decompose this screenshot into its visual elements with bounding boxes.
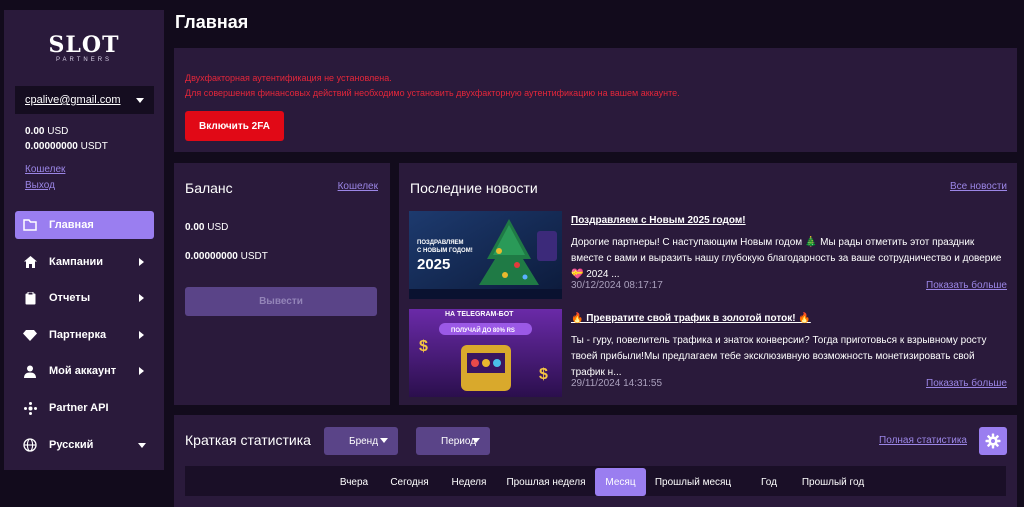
news-item-text: Ты - гуру, повелитель трафика и знаток к… — [571, 335, 987, 378]
news-thumbnail-traffic[interactable]: $ $ НА TELEGRAM-БОТ ПОЛУЧАЙ ДО 80% RS — [409, 309, 562, 397]
gear-icon — [985, 433, 1001, 449]
svg-text:$: $ — [539, 366, 548, 383]
tab-year[interactable]: Год — [747, 468, 791, 496]
sidebar: SLOT PARTNERS cpalive@gmail.com 0.00 USD… — [4, 10, 164, 470]
sidebar-usdt-value: 0.00000000 — [25, 141, 78, 152]
sidebar-balance-usdt: 0.00000000 USDT — [25, 141, 108, 152]
chevron-right-icon — [139, 258, 144, 266]
chevron-down-icon — [380, 438, 388, 443]
chevron-down-icon — [136, 98, 144, 103]
withdraw-button[interactable]: Вывести — [185, 287, 377, 316]
page-title: Главная — [175, 12, 249, 32]
period-tabs: Вчера Сегодня Неделя Прошлая неделя Меся… — [185, 466, 1006, 496]
sidebar-usd-unit: USD — [47, 126, 69, 137]
sidebar-item-partner-api[interactable]: Partner API — [15, 394, 154, 422]
twofa-alert-panel: Двухфакторная аутентификация не установл… — [174, 48, 1017, 152]
home-icon — [23, 255, 37, 269]
alert-message: Двухфакторная аутентификация не установл… — [185, 73, 392, 83]
sidebar-item-label: Кампании — [49, 256, 104, 268]
language-selector[interactable]: Русский — [15, 431, 154, 459]
balance-wallet-link[interactable]: Кошелек — [338, 181, 378, 192]
brand-dropdown[interactable]: Бренд — [324, 427, 398, 455]
balance-usd-value: 0.00 — [185, 222, 205, 233]
news-show-more-link[interactable]: Показать больше — [926, 280, 1007, 291]
news-item-date: 30/12/2024 08:17:17 — [571, 280, 663, 291]
thumb-year: 2025 — [417, 256, 450, 273]
news-item-text: Дорогие партнеры! С наступающим Новым го… — [571, 237, 1002, 280]
sidebar-balance-usd: 0.00 USD — [25, 126, 68, 137]
globe-icon — [23, 438, 37, 452]
logo[interactable]: SLOT PARTNERS — [4, 32, 164, 63]
sidebar-item-home[interactable]: Главная — [15, 211, 154, 239]
enable-2fa-button[interactable]: Включить 2FA — [185, 111, 284, 141]
sidebar-item-campaigns[interactable]: Кампании — [15, 248, 154, 276]
diamond-icon — [23, 328, 37, 342]
thumb-text-1: НА TELEGRAM-БОТ — [445, 311, 514, 318]
news-title: Последние новости — [410, 180, 538, 196]
sidebar-logout-link[interactable]: Выход — [25, 180, 55, 191]
folder-icon — [23, 218, 37, 232]
news-thumbnail-newyear[interactable]: ПОЗДРАВЛЯЕМ С НОВЫМ ГОДОМ! 2025 — [409, 211, 562, 299]
sidebar-item-account[interactable]: Мой аккаунт — [15, 357, 154, 385]
sidebar-item-partner[interactable]: Партнерка — [15, 321, 154, 349]
svg-text:$: $ — [419, 338, 428, 355]
period-dropdown[interactable]: Период — [416, 427, 490, 455]
tab-month[interactable]: Месяц — [595, 468, 646, 496]
chevron-right-icon — [139, 331, 144, 339]
thumb-text-2: С НОВЫМ ГОДОМ! — [417, 248, 473, 254]
nodes-icon — [23, 401, 37, 415]
quick-stats-panel: Краткая статистика Бренд Период Полная с… — [174, 415, 1017, 507]
balance-card: Баланс Кошелек 0.00 USD 0.00000000 USDT … — [174, 163, 390, 405]
news-card: Последние новости Все новости ПОЗДРАВЛЯЕ… — [399, 163, 1017, 405]
news-item-title[interactable]: 🔥 Превратите свой трафик в золотой поток… — [571, 313, 811, 324]
clipboard-icon — [23, 291, 37, 305]
tab-last-month[interactable]: Прошлый месяц — [651, 468, 735, 496]
alert-message-detail: Для совершения финансовых действий необх… — [185, 88, 680, 98]
chevron-right-icon — [139, 294, 144, 302]
sidebar-item-label: Партнерка — [49, 329, 107, 341]
news-show-more-link[interactable]: Показать больше — [926, 378, 1007, 389]
period-dropdown-label: Период — [441, 435, 477, 447]
sidebar-item-reports[interactable]: Отчеты — [15, 284, 154, 312]
balance-usdt-value: 0.00000000 — [185, 251, 238, 262]
news-item: $ $ НА TELEGRAM-БОТ ПОЛУЧАЙ ДО 80% RS 🔥 … — [409, 309, 1007, 397]
chevron-down-icon — [138, 443, 146, 448]
tab-yesterday[interactable]: Вчера — [328, 468, 380, 496]
sidebar-usd-value: 0.00 — [25, 126, 45, 137]
balance-usd-unit: USD — [207, 222, 229, 233]
sidebar-item-label: Отчеты — [49, 292, 91, 304]
tab-today[interactable]: Сегодня — [381, 468, 438, 496]
user-email: cpalive@gmail.com — [25, 94, 121, 106]
tab-last-week[interactable]: Прошлая неделя — [499, 468, 593, 496]
sidebar-usdt-unit: USDT — [80, 141, 108, 152]
tab-last-year[interactable]: Прошлый год — [795, 468, 871, 496]
logo-text: SLOT — [48, 32, 120, 58]
sidebar-item-label: Мой аккаунт — [49, 365, 117, 377]
stats-settings-button[interactable] — [979, 427, 1007, 455]
full-stats-link[interactable]: Полная статистика — [879, 435, 967, 446]
all-news-link[interactable]: Все новости — [950, 181, 1007, 192]
stats-title: Краткая статистика — [185, 432, 311, 448]
news-item-title[interactable]: Поздравляем с Новым 2025 годом! — [571, 215, 746, 226]
user-account-dropdown[interactable]: cpalive@gmail.com — [15, 86, 154, 114]
thumb-text-1: ПОЗДРАВЛЯЕМ — [417, 240, 464, 246]
balance-usdt: 0.00000000 USDT — [185, 251, 268, 262]
sidebar-item-label: Главная — [49, 219, 94, 231]
thumb-text-2: ПОЛУЧАЙ ДО 80% RS — [451, 326, 515, 334]
balance-usdt-unit: USDT — [240, 251, 268, 262]
chevron-right-icon — [139, 367, 144, 375]
sidebar-wallet-link[interactable]: Кошелек — [25, 164, 65, 175]
balance-usd: 0.00 USD — [185, 222, 228, 233]
news-item-date: 29/11/2024 14:31:55 — [571, 378, 663, 389]
news-item: ПОЗДРАВЛЯЕМ С НОВЫМ ГОДОМ! 2025 Поздравл… — [409, 211, 1007, 299]
chevron-down-icon — [472, 438, 480, 443]
tab-week[interactable]: Неделя — [444, 468, 494, 496]
balance-title: Баланс — [185, 180, 233, 196]
sidebar-item-label: Partner API — [49, 402, 109, 414]
logo-subtext: PARTNERS — [55, 57, 113, 63]
language-label: Русский — [49, 439, 94, 451]
user-icon — [23, 364, 37, 378]
brand-dropdown-label: Бренд — [349, 435, 379, 447]
